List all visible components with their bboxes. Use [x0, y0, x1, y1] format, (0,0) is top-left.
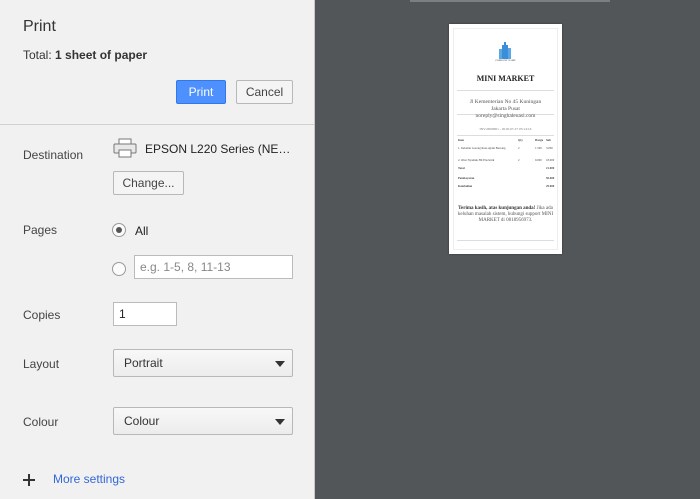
colour-select[interactable]: Colour	[113, 407, 293, 435]
printer-icon	[113, 138, 137, 158]
print-settings-panel: Print Total: 1 sheet of paper Print Canc…	[0, 0, 315, 499]
total-value: 1 sheet of paper	[55, 48, 148, 62]
layout-label: Layout	[23, 357, 60, 371]
invoice-line: INV-0000001 - 2018-07-27 05:14:16	[479, 127, 532, 131]
total-amount: 21.000	[546, 166, 555, 170]
address-line-1: Jl Kementerian No 45 Kuningan	[469, 99, 542, 105]
dialog-title: Print	[23, 18, 56, 35]
total-label: Total:	[23, 48, 52, 62]
divider	[457, 90, 554, 91]
pages-range-input[interactable]	[134, 255, 293, 279]
item-subtotal: 3.000	[546, 146, 553, 150]
header-qty: Qty	[518, 138, 523, 142]
item-name: 1. Indomie Goreng Rasa Ayam Bawang	[458, 146, 506, 150]
colour-label: Colour	[23, 415, 59, 429]
store-address: Jl Kementerian No 45 Kuningan Jakarta Pu…	[455, 99, 556, 120]
more-settings-link[interactable]: More settings	[53, 472, 125, 486]
copies-input[interactable]	[113, 302, 177, 326]
thanks-bold: Terima kasih, atas kunjungan anda!	[458, 206, 536, 211]
plus-icon[interactable]	[23, 474, 35, 486]
store-name: MINI MARKET	[476, 74, 535, 83]
payment-label: Pembayaran	[458, 176, 475, 180]
pages-all-label[interactable]: All	[135, 224, 148, 238]
pages-all-radio[interactable]	[112, 223, 126, 237]
chevron-down-icon	[275, 361, 285, 367]
item-price: 9.000	[535, 158, 542, 162]
printer-name[interactable]: EPSON L220 Series (NE…	[145, 142, 290, 156]
layout-value: Portrait	[124, 356, 163, 370]
print-preview-page: COMPANY NAME MINI MARKET Jl Kementerian …	[449, 24, 562, 254]
colour-value: Colour	[124, 414, 160, 428]
change-destination-button[interactable]: Change...	[113, 171, 184, 195]
item-name: 2. Obat Nyamuk Hit Elecktrik	[458, 158, 495, 162]
preview-scroll-indicator	[410, 0, 610, 2]
total-label: Total	[458, 166, 465, 170]
sheet-summary: Total: 1 sheet of paper	[23, 48, 147, 62]
destination-label: Destination	[23, 148, 84, 162]
divider	[457, 135, 554, 136]
chevron-down-icon	[275, 419, 285, 425]
layout-select[interactable]: Portrait	[113, 349, 293, 377]
header-item: Item	[458, 138, 464, 142]
change-label: Kembalian	[458, 184, 473, 188]
thank-you-note: Terima kasih, atas kunjungan anda! Jika …	[457, 206, 554, 224]
item-qty: 2	[518, 146, 520, 150]
divider	[457, 240, 554, 241]
print-header: Print Total: 1 sheet of paper Print Canc…	[0, 0, 314, 125]
cancel-button[interactable]: Cancel	[236, 80, 293, 104]
header-subtotal: Sub	[546, 138, 552, 142]
payment-amount: 50.000	[546, 176, 555, 180]
header-price: Harga	[535, 138, 544, 142]
pages-label: Pages	[23, 223, 58, 237]
logo-caption: COMPANY NAME	[495, 59, 516, 62]
address-line-2: Jakarta Pusat	[491, 106, 520, 112]
print-button[interactable]: Print	[176, 80, 226, 104]
copies-label: Copies	[23, 308, 61, 322]
store-email: noreply@singhaleuasi.com	[475, 113, 536, 119]
item-qty: 2	[518, 158, 520, 162]
item-price: 1.500	[535, 146, 542, 150]
change-amount: 29.000	[546, 184, 555, 188]
pages-custom-radio[interactable]	[112, 262, 126, 276]
item-subtotal: 18.000	[546, 158, 555, 162]
